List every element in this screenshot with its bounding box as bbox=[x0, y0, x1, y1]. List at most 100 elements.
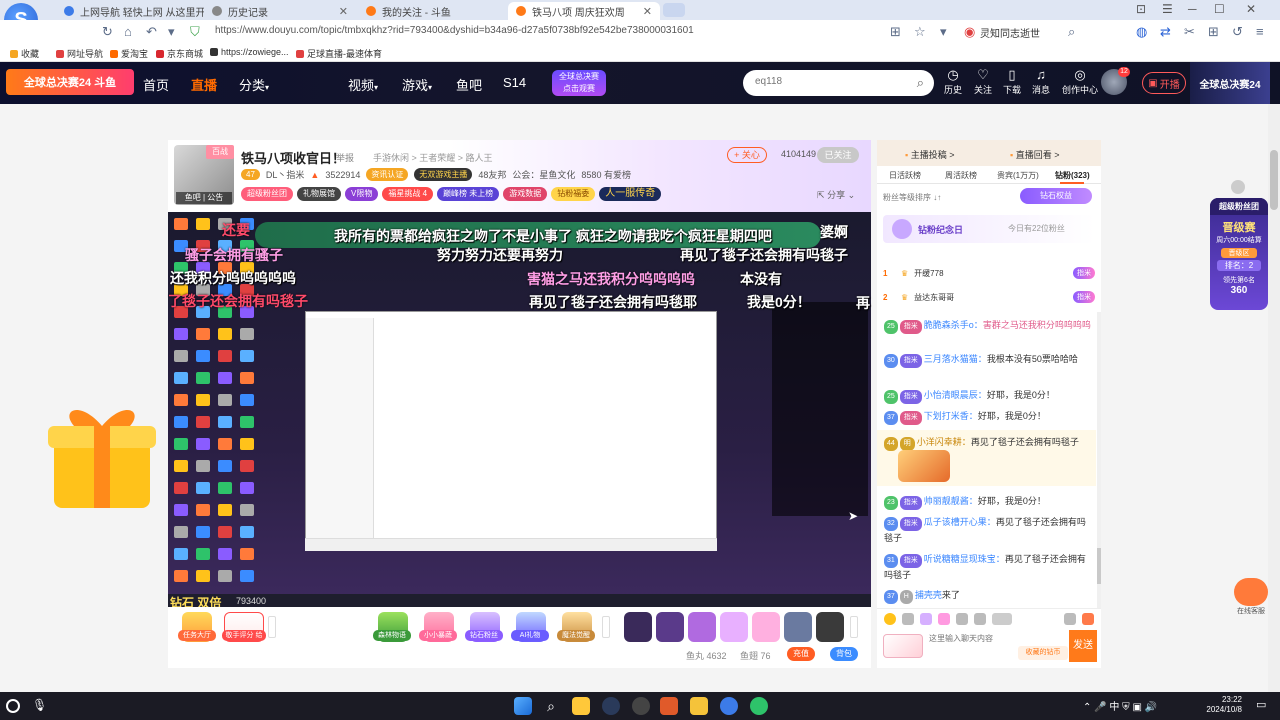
gift-bar-arrow-mid[interactable] bbox=[602, 616, 610, 638]
bookmark-item[interactable]: 网址导航 bbox=[56, 47, 103, 60]
gift-box-icon[interactable] bbox=[40, 390, 164, 514]
room-tag[interactable]: V限物 bbox=[345, 187, 379, 201]
mic-icon[interactable]: 🎙 bbox=[32, 698, 47, 712]
url-field[interactable]: https://www.douyu.com/topic/tmbxqkhz?rid… bbox=[215, 25, 694, 36]
vip-chat-icon[interactable] bbox=[920, 613, 932, 625]
promo-button[interactable]: 全球总决赛 点击观赛 bbox=[552, 70, 606, 96]
douyu-logo[interactable]: 全球总决赛24 斗鱼 bbox=[6, 69, 134, 95]
app-icon[interactable] bbox=[632, 697, 650, 715]
reader-icon[interactable]: ⊞ bbox=[890, 24, 901, 40]
room-tag[interactable]: 游戏数据 bbox=[503, 187, 548, 201]
system-tray[interactable]: ⌃ 🎤 中 ⛨ ▣ 🔊 bbox=[1083, 698, 1157, 713]
taskbar-clock[interactable]: 23:22 2024/10/8 bbox=[1206, 695, 1242, 715]
followed-button[interactable]: 已关注 bbox=[817, 147, 859, 163]
gift-item-icon[interactable] bbox=[656, 612, 684, 642]
close-icon[interactable]: ✕ bbox=[643, 5, 652, 18]
menu-icon[interactable]: ☰ bbox=[1162, 2, 1173, 16]
tab-diamond-fans[interactable]: 钻粉(323) bbox=[1055, 170, 1090, 181]
collapse-icon[interactable] bbox=[1231, 180, 1245, 194]
room-tag[interactable]: 福星挑战 4 bbox=[382, 187, 434, 201]
fan-rank-sort[interactable]: 粉丝等级排序 ↓↑ bbox=[883, 192, 941, 203]
rank-row[interactable]: 2 ♛ 益达东哥哥 指米 bbox=[883, 288, 1095, 306]
anchor-submit-link[interactable]: ▪ 主播投稿 > bbox=[905, 148, 954, 161]
replay-link[interactable]: ▪ 直播回看 > bbox=[1010, 148, 1059, 161]
anchor-sub-label[interactable]: 鱼吧 | 公告 bbox=[176, 192, 232, 204]
fan-medal-icon[interactable] bbox=[883, 634, 923, 658]
bookmark-item[interactable]: https://zowiege... bbox=[210, 47, 289, 57]
close-window-icon[interactable]: ✕ bbox=[1246, 2, 1256, 16]
tab-vip[interactable]: 贵宾(1万万) bbox=[997, 170, 1039, 181]
browser-tab[interactable]: 我的关注 - 斗鱼 bbox=[358, 2, 508, 20]
color-icon[interactable] bbox=[938, 613, 950, 625]
translate-icon[interactable]: ⇄ bbox=[1160, 24, 1171, 40]
browser-tab[interactable]: 历史记录 ✕ bbox=[204, 2, 356, 20]
room-tag[interactable]: 超级粉丝团 bbox=[241, 187, 293, 201]
search-engine-icon[interactable]: ⌕ bbox=[1068, 24, 1075, 40]
room-tag[interactable]: 巅峰榜 未上榜 bbox=[437, 187, 500, 201]
maximize-icon[interactable]: ☐ bbox=[1214, 2, 1225, 16]
nav-game[interactable]: 游戏▾ bbox=[402, 75, 432, 94]
search-input[interactable] bbox=[755, 76, 905, 87]
clear-icon[interactable] bbox=[1064, 613, 1076, 625]
cortana-icon[interactable] bbox=[6, 699, 20, 713]
tab-weekly[interactable]: 周活跃榜 bbox=[945, 170, 977, 181]
bag-button[interactable]: 背包 bbox=[830, 647, 858, 661]
open-live-button[interactable]: ▣ 开播 bbox=[1142, 72, 1186, 94]
rank-row[interactable]: 1 ♛ 开缓778 指米 bbox=[883, 264, 1095, 282]
shield-icon[interactable]: ⛉ bbox=[190, 24, 200, 40]
search-taskbar-icon[interactable]: ⌕ bbox=[542, 697, 560, 715]
tab-search-icon[interactable]: ⊡ bbox=[1136, 2, 1146, 16]
ime-indicator[interactable]: 中 bbox=[1109, 702, 1119, 713]
like-rank[interactable]: 8580 有爱榜 bbox=[581, 168, 631, 181]
recharge-button[interactable]: 充值 bbox=[787, 647, 815, 661]
browser-taskbar-icon[interactable] bbox=[720, 697, 738, 715]
browser-tab-active[interactable]: 铁马八项 周庆狂欢周 ✕ bbox=[508, 2, 660, 20]
gift-item-icon[interactable] bbox=[784, 612, 812, 642]
send-button[interactable]: 发送 bbox=[1069, 630, 1097, 662]
image-icon[interactable] bbox=[956, 613, 968, 625]
nav-video[interactable]: 视频▾ bbox=[348, 75, 378, 94]
send-hint[interactable]: 收藏的钻币 bbox=[1018, 646, 1068, 660]
start-icon[interactable] bbox=[514, 697, 532, 715]
page-scrollbar-thumb[interactable] bbox=[1270, 150, 1278, 210]
bookmark-item[interactable]: 京东商城 bbox=[156, 47, 203, 60]
history-button[interactable]: ◷ 历史 bbox=[940, 68, 966, 96]
nav-home[interactable]: 首页 bbox=[143, 75, 169, 94]
room-tag[interactable]: 礼物展馆 bbox=[297, 187, 341, 201]
search-icon[interactable]: ⌕ bbox=[917, 75, 924, 91]
bookmark-star-icon[interactable]: ☆ bbox=[914, 24, 926, 40]
share-button[interactable]: ⇱ 分享 ⌄ bbox=[817, 188, 855, 201]
wechat-icon[interactable] bbox=[750, 697, 768, 715]
anchor-name[interactable]: DL丶指米 bbox=[266, 168, 305, 181]
new-tab-button[interactable] bbox=[663, 3, 685, 17]
refresh-icon[interactable]: ↻ bbox=[102, 24, 113, 40]
follow-button[interactable]: ♡ 关注 bbox=[970, 68, 996, 96]
care-button[interactable]: + 关心 bbox=[727, 147, 767, 163]
settings-menu-icon[interactable]: ≡ bbox=[1256, 24, 1264, 39]
gift-bar-arrow-left[interactable] bbox=[268, 616, 276, 638]
browser-tab[interactable]: 上网导航 轻快上网 从这里开始 bbox=[56, 2, 204, 20]
super-fan-widget[interactable]: 超级粉丝团 晋级赛 周六00:00结算 晋级区 排名：2 领先第6名 360 bbox=[1210, 198, 1268, 310]
emoji-icon[interactable] bbox=[884, 613, 896, 625]
chat-scrollbar-thumb[interactable] bbox=[1097, 548, 1101, 584]
download-button[interactable]: ▯ 下载 bbox=[999, 68, 1025, 96]
gift-item-icon[interactable] bbox=[816, 612, 844, 642]
minimize-icon[interactable]: ─ bbox=[1188, 2, 1197, 16]
report-link[interactable]: 举报 bbox=[336, 151, 354, 164]
file-explorer-icon[interactable] bbox=[572, 697, 590, 715]
shield-gift-icon[interactable] bbox=[1082, 613, 1094, 625]
extension-icon[interactable]: ◍ bbox=[1136, 24, 1147, 40]
history-dropdown-icon[interactable]: ▾ bbox=[168, 24, 175, 40]
guild-notice[interactable]: 公会：星鱼文化 bbox=[512, 168, 575, 181]
gift-item-icon[interactable] bbox=[688, 612, 716, 642]
creator-button[interactable]: ◎ 创作中心 bbox=[1060, 68, 1100, 96]
tab-daily[interactable]: 日活跃榜 bbox=[889, 170, 921, 181]
bullet-style-icon[interactable] bbox=[902, 613, 914, 625]
nav-category[interactable]: 分类▾ bbox=[239, 75, 269, 94]
app-icon[interactable] bbox=[660, 697, 678, 715]
steam-icon[interactable] bbox=[602, 697, 620, 715]
nav-live[interactable]: 直播 bbox=[191, 75, 217, 94]
gift-bar-arrow-right[interactable] bbox=[850, 616, 858, 638]
room-tag[interactable]: 人一服传奇 bbox=[599, 187, 662, 201]
quick-reply-icon[interactable] bbox=[992, 613, 1012, 625]
